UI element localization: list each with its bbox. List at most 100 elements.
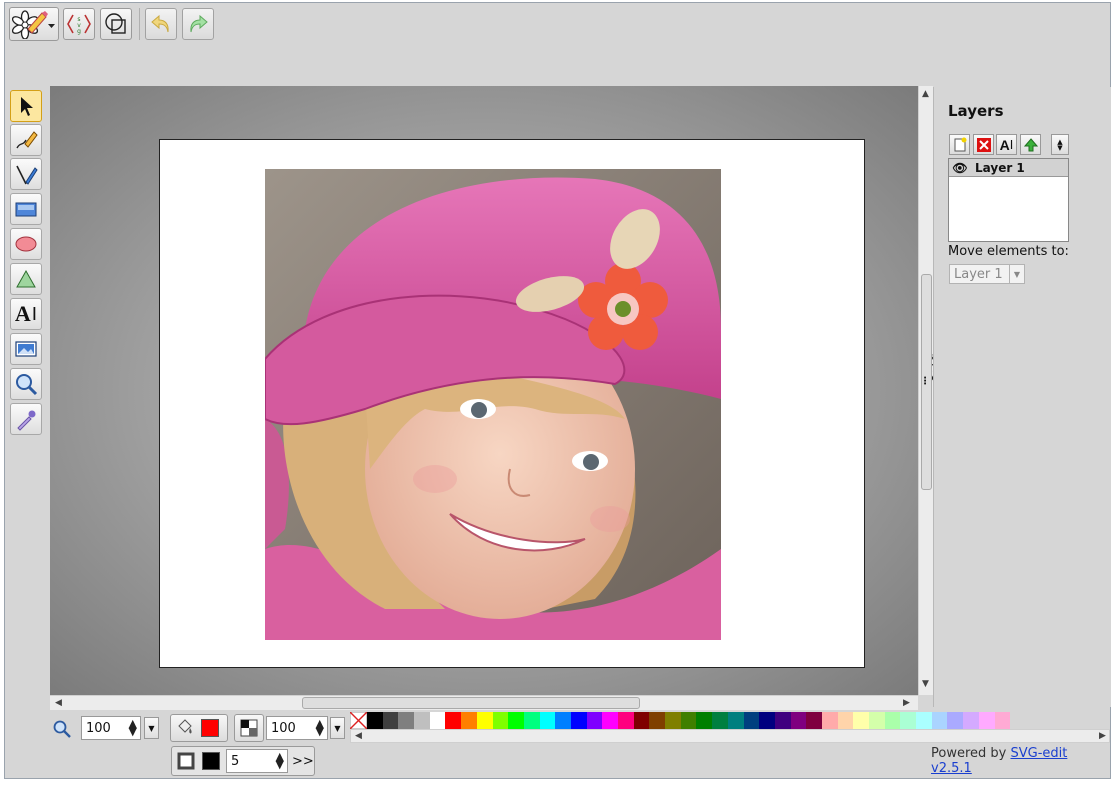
palette-swatch[interactable] xyxy=(727,712,744,729)
stroke-color-swatch[interactable] xyxy=(202,752,220,770)
palette-swatch[interactable] xyxy=(947,712,964,729)
palette-swatch[interactable] xyxy=(916,712,932,729)
layers-tab-grip-icon[interactable]: ⋮ xyxy=(920,376,930,388)
main-menu-button[interactable] xyxy=(9,7,59,41)
palette-swatch[interactable] xyxy=(806,712,822,729)
zoom-tool[interactable] xyxy=(10,368,42,400)
fill-color-swatch[interactable] xyxy=(201,719,219,737)
palette-swatch[interactable] xyxy=(398,712,415,729)
delete-layer-icon xyxy=(976,137,991,152)
opacity-stepper-icon[interactable]: ▲ ▼ xyxy=(316,718,324,737)
delete-layer-button[interactable] xyxy=(973,134,994,155)
palette-swatch[interactable] xyxy=(492,712,509,729)
palette-swatch[interactable] xyxy=(869,712,885,729)
palette-swatch[interactable] xyxy=(539,712,556,729)
palette-swatch[interactable] xyxy=(994,712,1011,729)
layer-row[interactable]: 👁 Layer 1 xyxy=(949,159,1068,177)
svg-source-icon: s v g xyxy=(67,14,91,35)
stroke-width-input[interactable]: 5 ▲ ▼ xyxy=(226,749,288,773)
palette-swatch[interactable] xyxy=(978,712,995,729)
scroll-left-arrow-icon[interactable]: ◀ xyxy=(55,699,62,708)
palette-swatch[interactable] xyxy=(665,712,681,729)
scroll-up-arrow-icon[interactable]: ▲ xyxy=(922,90,929,99)
zoom-input[interactable]: 100 ▲ ▼ xyxy=(81,716,141,740)
palette-swatch[interactable] xyxy=(367,712,383,729)
palette-swatch[interactable] xyxy=(931,712,948,729)
pencil-icon xyxy=(16,131,38,149)
opacity-input[interactable]: 100 ▲ ▼ xyxy=(266,716,328,740)
rename-cursor-glyph: I xyxy=(1009,137,1014,152)
palette-swatch[interactable] xyxy=(555,712,571,729)
canvas-image[interactable] xyxy=(265,169,721,640)
palette-swatch[interactable] xyxy=(680,712,697,729)
rect-tool[interactable] xyxy=(10,193,42,225)
palette-swatch[interactable] xyxy=(853,712,869,729)
eyedropper-tool[interactable] xyxy=(10,403,42,435)
palette-scroll-left-icon[interactable]: ◀ xyxy=(355,732,362,741)
stroke-style-icon[interactable] xyxy=(176,751,196,771)
layer-order-stepper[interactable]: ▲ ▼ xyxy=(1051,134,1069,155)
scroll-right-arrow-icon[interactable]: ▶ xyxy=(903,699,910,708)
no-color-swatch-icon[interactable] xyxy=(350,712,367,729)
ellipse-tool[interactable] xyxy=(10,228,42,260)
new-layer-button[interactable] xyxy=(949,134,970,155)
palette-swatch[interactable] xyxy=(759,712,775,729)
palette-swatch[interactable] xyxy=(618,712,634,729)
image-tool[interactable] xyxy=(10,333,42,365)
palette-scrollbar[interactable]: ◀ ▶ xyxy=(350,729,1110,743)
canvas-horizontal-scrollbar[interactable]: ◀ ▶ xyxy=(50,695,918,710)
zoom-stepper-icon[interactable]: ▲ ▼ xyxy=(129,718,137,737)
palette-swatch[interactable] xyxy=(712,712,728,729)
palette-swatch[interactable] xyxy=(523,712,540,729)
palette-swatch[interactable] xyxy=(963,712,979,729)
palette-swatch[interactable] xyxy=(461,712,477,729)
fill-color-control[interactable] xyxy=(170,714,228,742)
move-elements-select[interactable]: Layer 1 ▼ xyxy=(949,264,1025,284)
opacity-icon xyxy=(240,719,258,737)
more-stroke-options-button[interactable]: >> xyxy=(292,754,314,769)
text-tool[interactable]: AI xyxy=(10,298,42,330)
palette-swatch[interactable] xyxy=(414,712,430,729)
move-layer-up-button[interactable] xyxy=(1020,134,1041,155)
svg-canvas-page[interactable] xyxy=(159,139,865,668)
palette-swatch[interactable] xyxy=(429,712,446,729)
select-tool[interactable] xyxy=(10,90,42,122)
rename-layer-button[interactable]: AI xyxy=(996,134,1017,155)
text-cursor-glyph: I xyxy=(31,303,38,325)
wireframe-button[interactable] xyxy=(100,8,132,40)
scroll-down-arrow-icon[interactable]: ▼ xyxy=(922,680,929,689)
palette-swatch[interactable] xyxy=(508,712,524,729)
line-tool[interactable] xyxy=(10,158,42,190)
zoom-dropdown-button[interactable]: ▼ xyxy=(144,717,159,739)
palette-swatch[interactable] xyxy=(476,712,493,729)
palette-scroll-right-icon[interactable]: ▶ xyxy=(1099,732,1106,741)
horizontal-scroll-thumb[interactable] xyxy=(302,697,640,709)
palette-swatch[interactable] xyxy=(743,712,760,729)
photo-of-girl-in-pink-cap xyxy=(265,169,721,640)
palette-swatch[interactable] xyxy=(790,712,807,729)
eye-icon[interactable]: 👁 xyxy=(949,161,971,175)
palette-swatch[interactable] xyxy=(649,712,666,729)
palette-swatch[interactable] xyxy=(633,712,650,729)
palette-swatch[interactable] xyxy=(900,712,917,729)
palette-swatch[interactable] xyxy=(774,712,791,729)
palette-swatch[interactable] xyxy=(696,712,713,729)
redo-button[interactable] xyxy=(182,8,214,40)
opacity-dropdown-button[interactable]: ▼ xyxy=(330,717,345,739)
palette-swatch[interactable] xyxy=(586,712,603,729)
palette-swatch[interactable] xyxy=(382,712,399,729)
stepper-down-icon[interactable]: ▼ xyxy=(1057,144,1062,151)
path-tool[interactable] xyxy=(10,263,42,295)
palette-swatch[interactable] xyxy=(884,712,901,729)
palette-swatch[interactable] xyxy=(837,712,854,729)
palette-swatch[interactable] xyxy=(602,712,618,729)
opacity-control[interactable] xyxy=(234,714,264,742)
palette-swatch[interactable] xyxy=(821,712,838,729)
svg-source-button[interactable]: s v g xyxy=(63,8,95,40)
palette-swatch[interactable] xyxy=(445,712,462,729)
undo-button[interactable] xyxy=(145,8,177,40)
pencil-tool[interactable] xyxy=(10,124,42,156)
palette-swatch[interactable] xyxy=(570,712,587,729)
canvas-workarea[interactable] xyxy=(50,86,918,695)
stroke-width-stepper-icon[interactable]: ▲ ▼ xyxy=(276,751,284,770)
